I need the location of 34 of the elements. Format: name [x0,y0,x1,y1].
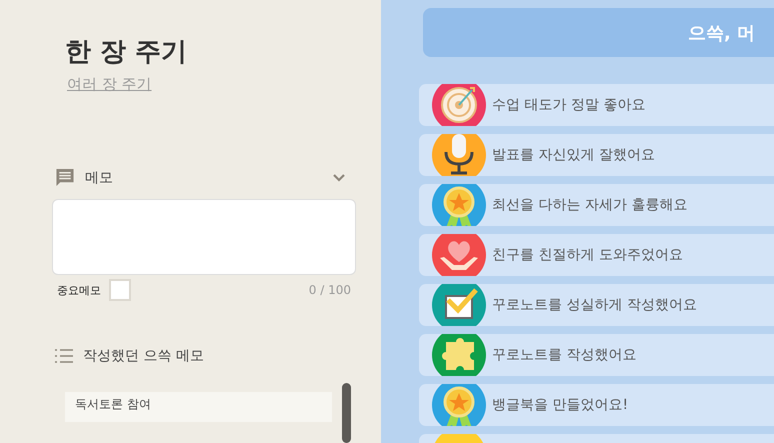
memo-field[interactable] [52,199,356,275]
important-memo-label: 중요메모 [57,282,101,298]
important-checkbox[interactable] [109,279,131,301]
page-title: 한 장 주기 [65,36,188,69]
memo-label: 메모 [85,168,113,186]
praise-item[interactable]: 수업 태도가 정말 좋아요 [419,84,774,126]
praise-item[interactable]: 발표를 자신있게 잘했어요 [419,134,774,176]
praise-label: 수업 태도가 정말 좋아요 [492,96,646,114]
medal-icon [432,184,486,226]
puzzle-icon [432,334,486,376]
scrollbar-thumb[interactable] [342,383,351,443]
praise-label: 뱅글북을 만들었어요! [492,396,628,414]
comment-icon [55,168,75,187]
checkbox-icon [432,284,486,326]
medal-icon [432,384,486,426]
heart-hands-icon [432,234,486,276]
praise-item[interactable]: 최선을 다하는 자세가 훌륭해요 [419,184,774,226]
praise-label: 발표를 자신있게 잘했어요 [492,146,655,164]
praise-label: 친구를 친절하게 도와주었어요 [492,246,683,264]
praise-label: 최선을 다하는 자세가 훌륭해요 [492,196,688,214]
memo-history-item[interactable]: 독서토론 참여 [65,392,332,422]
list-icon [55,349,73,363]
praise-item[interactable]: 꾸로노트를 성실하게 작성했어요 [419,284,774,326]
praise-item[interactable]: 친구를 친절하게 도와주었어요 [419,234,774,276]
history-label: 작성했던 으쓱 메모 [83,347,204,365]
target-icon [432,84,486,126]
character-counter: 0 / 100 [308,283,351,297]
praise-label: 꾸로노트를 성실하게 작성했어요 [492,296,697,314]
praise-item[interactable]: 꾸로노트를 작성했어요 [419,334,774,376]
chevron-icon[interactable] [333,174,345,182]
header-title: 으쓱, 머 [688,22,756,44]
praise-item[interactable]: 뱅글북을 만들었어요! [419,384,774,426]
microphone-icon [432,134,486,176]
praise-label: 꾸로노트를 작성했어요 [492,346,636,364]
